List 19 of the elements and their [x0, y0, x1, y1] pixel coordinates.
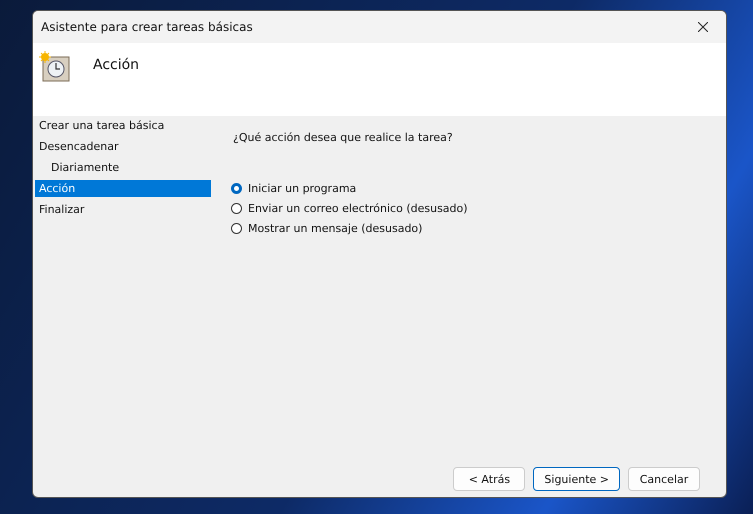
clock-icon	[39, 51, 71, 83]
radio-button[interactable]	[231, 183, 242, 194]
radio-button[interactable]	[231, 223, 242, 234]
wizard-step[interactable]: Finalizar	[35, 201, 211, 218]
window-title: Asistente para crear tareas básicas	[41, 20, 253, 34]
wizard-step[interactable]: Desencadenar	[35, 138, 211, 155]
radio-option[interactable]: Iniciar un programa	[231, 182, 708, 195]
dialog-button[interactable]: < Atrás	[453, 467, 526, 491]
radio-option[interactable]: Mostrar un mensaje (desusado)	[231, 222, 708, 235]
question-text: ¿Qué acción desea que realice la tarea?	[233, 131, 454, 144]
wizard-step[interactable]: Crear una tarea básica	[35, 117, 211, 134]
page-heading: Acción	[93, 57, 140, 73]
wizard-step[interactable]: Diariamente	[35, 159, 211, 176]
radio-button[interactable]	[231, 203, 242, 214]
radio-option[interactable]: Enviar un correo electrónico (desusado)	[231, 202, 708, 215]
close-icon	[698, 22, 708, 32]
dialog-button[interactable]: Cancelar	[628, 467, 700, 491]
wizard-step[interactable]: Acción	[35, 180, 211, 197]
default-button[interactable]: Siguiente >	[533, 467, 620, 491]
